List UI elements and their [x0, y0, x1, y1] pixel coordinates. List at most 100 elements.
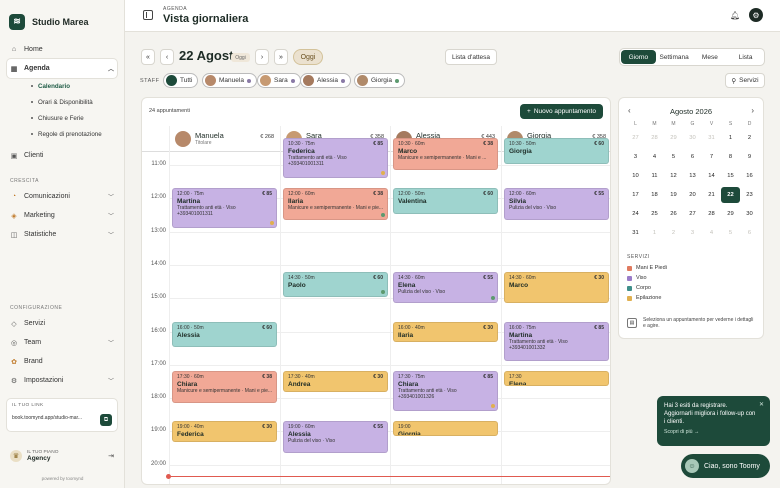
sidebar-item-servizi[interactable]: ◇ Servizi	[7, 314, 117, 333]
sidebar-item-agenda[interactable]: ▦ Agenda ︿	[7, 59, 117, 78]
staff-filter-alessia[interactable]: Alessia	[300, 73, 351, 88]
day-cell[interactable]: 5	[721, 225, 740, 241]
day-cell[interactable]: 27	[683, 206, 702, 222]
sidebar-toggle-icon[interactable]	[143, 10, 153, 20]
toast-link[interactable]: Scopri di più →	[664, 429, 763, 435]
day-cell[interactable]: 8	[721, 149, 740, 165]
day-cell[interactable]: 27	[626, 130, 645, 146]
day-cell[interactable]: 14	[702, 168, 721, 184]
staff-filter-giorgia[interactable]: Giorgia	[354, 73, 405, 88]
day-cell[interactable]: 10	[626, 168, 645, 184]
services-filter-button[interactable]: ⚲ Servizi	[725, 73, 765, 88]
prev-week-button[interactable]: «	[141, 49, 155, 65]
day-cell[interactable]: 31	[626, 225, 645, 241]
day-cell[interactable]: 13	[683, 168, 702, 184]
sidebar-item-statistiche[interactable]: ◫ Statistiche ﹀	[7, 225, 117, 244]
sidebar-item-brand[interactable]: ✿ Brand	[7, 352, 117, 371]
sidebar-subitem-regole[interactable]: Regole di prenotazione	[7, 126, 117, 142]
day-cell[interactable]: 30	[683, 130, 702, 146]
appointment-card[interactable]: 16:00 · 75m € 85 Martina Trattamento anti e…	[504, 321, 609, 362]
appointment-card[interactable]: 14:30 · 60m € 30 Marco	[504, 271, 609, 303]
new-appointment-button[interactable]: + Nuovo appuntamento	[520, 104, 603, 119]
bell-icon[interactable]: 🔔︎	[730, 11, 740, 20]
day-cell[interactable]: 9	[740, 149, 759, 165]
view-tab-giorno[interactable]: Giorno	[621, 50, 656, 64]
logout-icon[interactable]: ⇥	[108, 452, 114, 460]
sidebar-subitem-calendario[interactable]: Calendario	[7, 78, 117, 94]
day-cell[interactable]: 2	[740, 130, 759, 146]
day-cell[interactable]: 22	[721, 187, 740, 203]
appointment-card[interactable]: 12:00 · 50m € 60 Valentina	[393, 188, 498, 215]
day-cell[interactable]: 3	[683, 225, 702, 241]
day-cell[interactable]: 4	[645, 149, 664, 165]
day-cell[interactable]: 24	[626, 206, 645, 222]
next-week-button[interactable]: »	[274, 49, 288, 65]
day-cell[interactable]: 1	[645, 225, 664, 241]
day-cell[interactable]: 28	[645, 130, 664, 146]
day-cell[interactable]: 6	[683, 149, 702, 165]
day-cell[interactable]: 16	[740, 168, 759, 184]
day-cell[interactable]: 29	[664, 130, 683, 146]
sidebar-item-clienti[interactable]: ▣ Clienti	[7, 146, 117, 165]
day-cell[interactable]: 12	[664, 168, 683, 184]
appointment-card[interactable]: 14:30 · 60m € 55 Elena Pulizia del viso · V…	[393, 271, 498, 303]
day-cell[interactable]: 30	[740, 206, 759, 222]
appointment-card[interactable]: 17:30 Elena	[504, 371, 609, 387]
sidebar-item-impostazioni[interactable]: ⚙ Impostazioni ﹀	[7, 371, 117, 390]
appointment-card[interactable]: 12:00 · 60m € 55 Silvia Pulizia del viso · …	[504, 188, 609, 220]
appointment-card[interactable]: 16:00 · 40m € 30 Ilaria	[393, 321, 498, 342]
appointment-card[interactable]: 19:00 Giorgia	[393, 421, 498, 437]
account-menu-button[interactable]: ⚙	[749, 8, 763, 22]
staff-filter-tutti[interactable]: Tutti	[163, 73, 199, 88]
staff-column-header[interactable]: Manuela Titolare € 268	[169, 126, 280, 151]
day-cell[interactable]: 28	[702, 206, 721, 222]
appointment-card[interactable]: 10:30 · 50m € 60 Giorgia	[504, 138, 609, 165]
chatbot-button[interactable]: ☺ Ciao, sono Toomy	[681, 454, 770, 478]
sidebar-item-comunicazioni[interactable]: ◔ Comunicazioni ﹀	[7, 187, 117, 206]
day-cell[interactable]: 5	[664, 149, 683, 165]
day-cell[interactable]: 17	[626, 187, 645, 203]
appointment-card[interactable]: 14:30 · 50m € 60 Paolo	[283, 271, 388, 298]
appointment-card[interactable]: 10:30 · 75m € 85 Federica Trattamento anti …	[283, 138, 388, 178]
appointment-card[interactable]: 19:00 · 40m € 30 Federica	[172, 421, 277, 442]
copy-link-button[interactable]: ⧉	[100, 414, 112, 426]
staff-filter-sara[interactable]: Sara	[257, 73, 301, 88]
day-cell[interactable]: 2	[664, 225, 683, 241]
day-cell[interactable]: 4	[702, 225, 721, 241]
day-cell[interactable]: 29	[721, 206, 740, 222]
waitlist-button[interactable]: Lista d'attesa	[445, 49, 497, 65]
appointment-card[interactable]: 19:00 · 60m € 55 Alessia Pulizia del viso ·…	[283, 421, 388, 453]
view-tab-lista[interactable]: Lista	[728, 50, 763, 64]
booking-link-url[interactable]: book.toomynd.app/studio-mar...	[12, 415, 92, 421]
day-cell[interactable]: 25	[645, 206, 664, 222]
appointment-card[interactable]: 17:30 · 60m € 38 Chiara Manicure e semiperm…	[172, 371, 277, 403]
day-cell[interactable]: 19	[664, 187, 683, 203]
prev-day-button[interactable]: ‹	[160, 49, 174, 65]
plan-card[interactable]: ♛ IL TUO PIANO Agency ⇥	[6, 444, 118, 468]
day-cell[interactable]: 21	[702, 187, 721, 203]
appointment-card[interactable]: 16:00 · 50m € 60 Alessia	[172, 321, 277, 348]
next-day-button[interactable]: ›	[255, 49, 269, 65]
day-cell[interactable]: 26	[664, 206, 683, 222]
day-cell[interactable]: 20	[683, 187, 702, 203]
sidebar-item-marketing[interactable]: ◈ Marketing ﹀	[7, 206, 117, 225]
view-tab-mese[interactable]: Mese	[693, 50, 728, 64]
day-cell[interactable]: 6	[740, 225, 759, 241]
view-tab-settimana[interactable]: Settimana	[657, 50, 692, 64]
day-cell[interactable]: 15	[721, 168, 740, 184]
day-cell[interactable]: 1	[721, 130, 740, 146]
appointment-card[interactable]: 10:30 · 60m € 38 Marco Manicure e semiperma…	[393, 138, 498, 170]
day-cell[interactable]: 18	[645, 187, 664, 203]
next-month-button[interactable]: ›	[751, 106, 754, 115]
appointment-card[interactable]: 12:00 · 60m € 38 Ilaria Manicure e semiperm…	[283, 188, 388, 220]
sidebar-item-team[interactable]: ◎ Team ﹀	[7, 333, 117, 352]
day-cell[interactable]: 31	[702, 130, 721, 146]
sidebar-subitem-orari[interactable]: Orari & Disponibilità	[7, 94, 117, 110]
today-button[interactable]: Oggi	[293, 49, 323, 65]
day-cell[interactable]: 23	[740, 187, 759, 203]
appointment-card[interactable]: 17:30 · 75m € 85 Chiara Trattamento anti et…	[393, 371, 498, 412]
sidebar-item-home[interactable]: ⌂ Home	[7, 40, 117, 59]
sidebar-subitem-chiusure[interactable]: Chiusure e Ferie	[7, 110, 117, 126]
staff-filter-manuela[interactable]: Manuela	[202, 73, 257, 88]
brand[interactable]: ≋ Studio Marea	[0, 0, 124, 34]
